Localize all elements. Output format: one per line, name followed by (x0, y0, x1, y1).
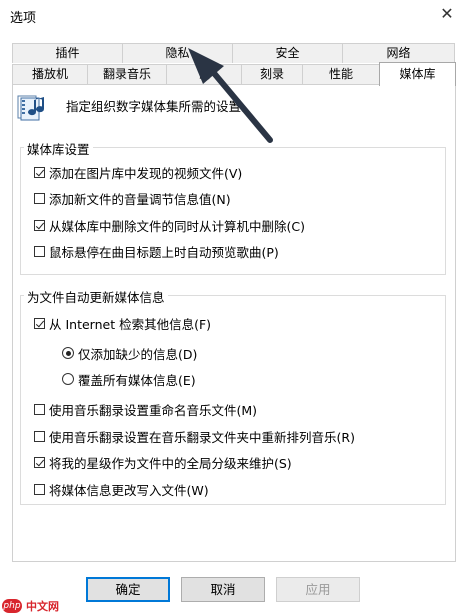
ok-button[interactable]: 确定 (86, 577, 170, 602)
option-label: 从 Internet 检索其他信息(F) (49, 317, 212, 332)
option-label: 从媒体库中删除文件的同时从计算机中删除(C) (49, 219, 305, 234)
tab-player[interactable]: 播放机 (12, 64, 88, 85)
checkbox-delete-from-computer[interactable] (34, 220, 45, 231)
radio-add-missing-only[interactable] (62, 347, 74, 359)
option-label: 将我的星级作为文件中的全局分级来维护(S) (49, 456, 292, 471)
checkbox-hover-preview[interactable] (34, 246, 45, 257)
window-title: 选项 (10, 11, 37, 26)
option-label: 鼠标悬停在曲目标题上时自动预览歌曲(P) (49, 245, 279, 260)
radio-overwrite-all[interactable] (62, 373, 74, 385)
media-library-icon (17, 95, 45, 121)
tab-plugins[interactable]: 插件 (12, 43, 123, 63)
checkbox-add-video-from-pictures[interactable] (34, 167, 45, 178)
tab-security[interactable]: 安全 (232, 43, 343, 63)
tab-privacy[interactable]: 隐私 (122, 43, 233, 63)
option-label: 使用音乐翻录设置重命名音乐文件(M) (49, 403, 258, 418)
tab-rip-music[interactable]: 翻录音乐 (87, 64, 167, 85)
tab-devices[interactable]: 设 (166, 64, 242, 85)
group-legend: 媒体库设置 (24, 139, 93, 158)
checkbox-rearrange-music[interactable] (34, 431, 45, 442)
watermark-logo: php (2, 599, 22, 613)
radio-label: 覆盖所有媒体信息(E) (78, 373, 196, 388)
option-label: 添加新文件的音量调节信息值(N) (49, 192, 231, 207)
option-label: 使用音乐翻录设置在音乐翻录文件夹中重新排列音乐(R) (49, 430, 355, 445)
group-legend: 为文件自动更新媒体信息 (24, 287, 168, 306)
page-description: 指定组织数字媒体集所需的设置。 (66, 99, 254, 114)
checkbox-maintain-star-ratings[interactable] (34, 457, 45, 468)
option-label: 添加在图片库中发现的视频文件(V) (49, 166, 243, 181)
apply-button[interactable]: 应用 (276, 577, 360, 602)
option-label: 将媒体信息更改写入文件(W) (49, 483, 209, 498)
tab-performance[interactable]: 性能 (302, 64, 380, 85)
title-bar (0, 0, 463, 32)
tab-library[interactable]: 媒体库 (379, 62, 456, 86)
checkbox-rename-music-files[interactable] (34, 404, 45, 415)
watermark-text: 中文网 (26, 600, 59, 613)
tab-burn[interactable]: 刻录 (241, 64, 303, 85)
tab-network[interactable]: 网络 (342, 43, 455, 63)
checkbox-add-volume-leveling[interactable] (34, 193, 45, 204)
close-icon[interactable]: ✕ (437, 4, 457, 24)
cancel-button[interactable]: 取消 (181, 577, 265, 602)
checkbox-retrieve-from-internet[interactable] (34, 318, 45, 329)
radio-label: 仅添加缺少的信息(D) (78, 347, 198, 362)
checkbox-write-media-info[interactable] (34, 484, 45, 495)
